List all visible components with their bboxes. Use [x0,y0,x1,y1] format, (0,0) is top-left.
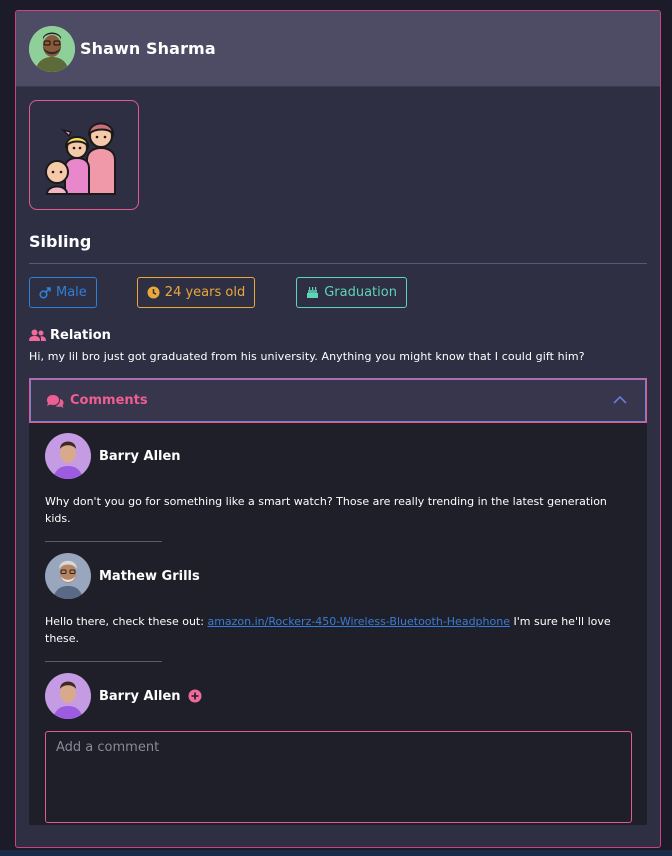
comment-divider [45,661,162,662]
family-illustration-icon [29,100,139,210]
relation-text: Hi, my lil bro just got graduated from h… [29,350,585,363]
comment-text: Hello there, check these out: amazon.in/… [45,613,631,647]
user-avatar[interactable] [29,25,75,72]
chevron-up-icon[interactable] [612,393,628,407]
comment-author[interactable]: Barry Allen [99,449,181,464]
comment-author[interactable]: Mathew Grills [99,569,200,584]
clock-icon [147,286,160,299]
gender-label: Male [56,285,87,300]
comments-icon [47,394,64,408]
comment-divider [45,541,162,542]
male-icon [39,286,51,299]
avatar[interactable] [45,553,91,599]
age-badge: 24 years old [136,277,256,308]
composer-author: Barry Allen [99,688,181,704]
comment-item: Mathew Grills Hello there, check these o… [45,553,631,647]
comments-panel: Barry Allen Why don't you go for somethi… [29,423,647,825]
occasion-badge: Graduation [296,277,407,308]
occasion-label: Graduation [324,285,397,300]
comment-text: Why don't you go for something like a sm… [45,495,607,525]
relation-label: Relation [50,328,111,343]
comment-item: Barry Allen Why don't you go for somethi… [45,433,631,527]
page-bottom-strip [0,850,672,856]
relation-heading: Relation [29,328,647,343]
users-icon [29,329,46,341]
age-label: 24 years old [164,285,246,300]
avatar[interactable] [45,673,91,719]
comment-link[interactable]: amazon.in/Rockerz-450-Wireless-Bluetooth… [207,615,510,628]
comments-accordion-toggle[interactable]: Comments [29,378,647,423]
badge-row: Male 24 years old Graduation [29,277,647,309]
comment-composer: Barry Allen [45,673,632,823]
category-title: Sibling [29,232,92,251]
user-name[interactable]: Shawn Sharma [80,39,216,58]
gender-badge: Male [29,277,97,308]
comment-text-before: Hello there, check these out: [45,615,208,628]
plus-circle-icon[interactable] [188,689,202,703]
avatar[interactable] [45,433,91,479]
card-body: Sibling Male 24 years old Graduation Rel… [16,87,660,825]
cake-icon [307,287,319,298]
card-header: Shawn Sharma [16,11,660,87]
comment-input[interactable] [45,731,632,823]
divider [29,263,647,264]
post-card: Shawn Sharma Sibling Male 24 years old G… [15,10,661,848]
comments-label: Comments [70,393,148,408]
